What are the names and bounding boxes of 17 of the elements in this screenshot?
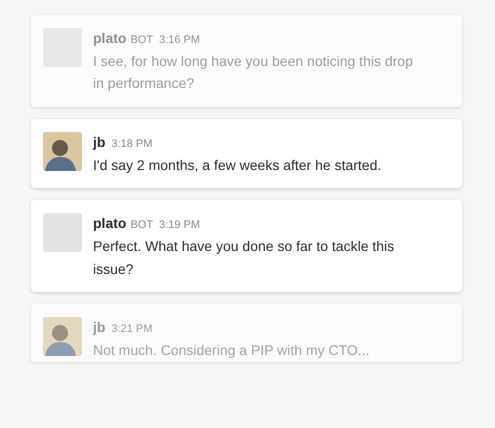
- avatar-placeholder: [43, 213, 82, 252]
- message-text: Perfect. What have you done so far to tackle this issue?: [93, 237, 396, 279]
- message-text: I see, for how long have you been noticing this drop in performance?: [93, 52, 414, 94]
- author-name: jb: [93, 132, 106, 152]
- timestamp: 3:18 PM: [111, 136, 152, 152]
- author-name: plato: [93, 214, 126, 234]
- timestamp: 3:19 PM: [159, 218, 200, 234]
- photo-placeholder: [43, 316, 82, 356]
- timestamp: 3:16 PM: [159, 33, 200, 48]
- bot-label: BOT: [130, 33, 154, 48]
- message-text: I'd say 2 months, a few weeks after he started.: [93, 156, 382, 175]
- author-name: jb: [93, 318, 106, 337]
- timestamp: 3:21 PM: [111, 322, 152, 337]
- message-text: Not much. Considering a PIP with my CTO...: [93, 340, 370, 360]
- author-name: plato: [93, 29, 126, 48]
- photo-placeholder: [43, 132, 82, 171]
- bot-label: BOT: [130, 218, 154, 234]
